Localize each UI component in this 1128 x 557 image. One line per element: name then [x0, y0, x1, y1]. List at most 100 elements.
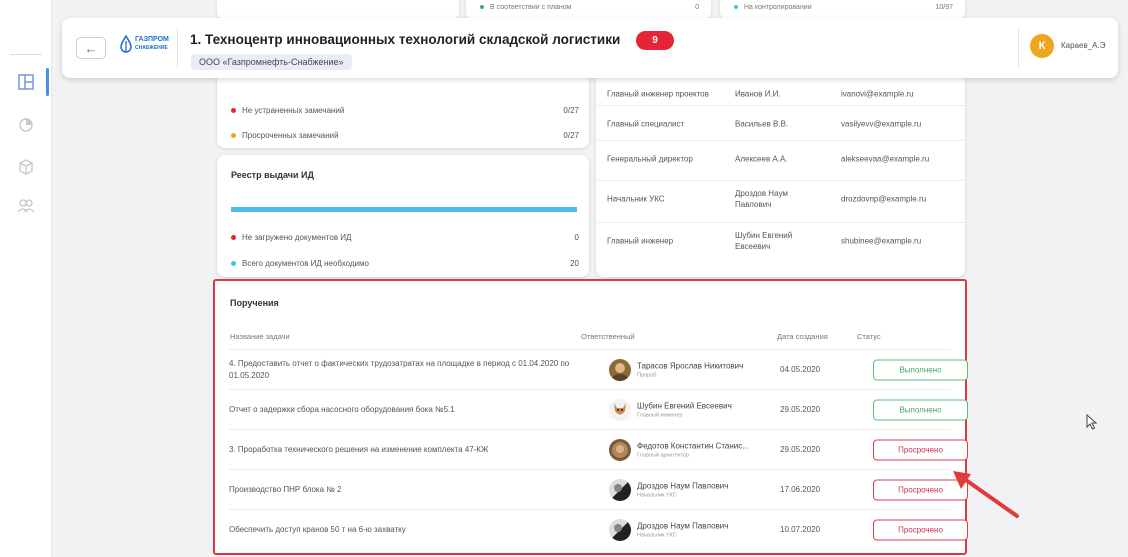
- registry-value: 0: [574, 233, 579, 242]
- orange-dot: [231, 133, 236, 139]
- tasks-card: Поручения Название задачи Ответственный …: [213, 279, 968, 555]
- person-role: Главный архитектор: [637, 452, 689, 458]
- contact-name: Иванов И.И.: [735, 89, 781, 98]
- flame-icon: [120, 35, 132, 53]
- registry-row: Не загружено документов ИД 0: [231, 233, 579, 242]
- task-date: 17.06.2020: [780, 484, 821, 494]
- divider: [177, 28, 178, 68]
- contact-role: Главный инженер: [607, 236, 674, 246]
- contact-name: Васильев В.В.: [735, 119, 789, 129]
- divider: [1018, 28, 1019, 68]
- person-role: Главный инженер: [637, 412, 683, 418]
- task-name[interactable]: Обеспечить доступ кранов 50 т на 6-ю зах…: [229, 524, 574, 536]
- red-dot: [231, 108, 236, 114]
- contact-row: Главный специалист Васильев В.В. vasilye…: [596, 105, 965, 142]
- contact-email[interactable]: vasilyevv@example.ru: [841, 119, 956, 130]
- task-date: 04.05.2020: [780, 364, 821, 374]
- logo-subtext: СНАБЖЕНИЕ: [135, 45, 168, 51]
- person-role: Начальник УКС: [637, 492, 677, 498]
- registry-progress-fill: [231, 207, 577, 212]
- avatar: [609, 398, 631, 421]
- remark-row: Не устраненных замечаний 0/27: [231, 106, 579, 115]
- registry-row: Всего документов ИД необходимо 20: [231, 259, 579, 268]
- contact-email[interactable]: drozdovnp@example.ru: [841, 194, 951, 205]
- cube-icon[interactable]: [16, 157, 36, 177]
- remark-row: Просроченных замечаний 0/27: [231, 131, 579, 140]
- person-name: Шубин Евгений Евсеевич: [637, 401, 732, 410]
- cursor-icon: [1086, 414, 1098, 430]
- chart-icon[interactable]: [16, 115, 36, 135]
- back-button[interactable]: ←: [76, 37, 106, 59]
- contact-name: Шубин Евгений Евсеевич: [735, 231, 793, 251]
- dashboard-icon[interactable]: [16, 72, 36, 92]
- avatar: [609, 438, 631, 461]
- registry-card: Реестр выдачи ИД Не загружено документов…: [217, 155, 589, 277]
- table-row[interactable]: 4. Предоставить отчет о фактических труд…: [229, 349, 968, 389]
- red-dot: [231, 235, 236, 241]
- col-header-date: Дата создания: [777, 332, 828, 341]
- table-row[interactable]: Обеспечить доступ кранов 50 т на 6-ю зах…: [229, 509, 968, 549]
- user-avatar[interactable]: К: [1030, 34, 1054, 58]
- avatar: [609, 358, 631, 381]
- logo-text: ГАЗПРОМ: [135, 36, 169, 43]
- task-name[interactable]: 4. Предоставить отчет о фактических труд…: [229, 358, 574, 382]
- remark-value: 0/27: [563, 131, 579, 140]
- contact-role: Главный специалист: [607, 119, 685, 129]
- blue-dot: [231, 261, 236, 267]
- contact-role: Генеральный директор: [607, 154, 693, 164]
- arrow-left-icon: ←: [84, 40, 98, 56]
- users-icon[interactable]: [16, 196, 36, 216]
- col-header-name: Название задачи: [230, 332, 290, 341]
- person-role: Начальник УКС: [637, 532, 677, 538]
- task-date: 10.07.2020: [780, 524, 821, 534]
- contact-email[interactable]: ivanovi@example.ru: [841, 88, 956, 99]
- status-badge[interactable]: Выполнено: [873, 399, 968, 420]
- registry-label: Всего документов ИД необходимо: [242, 259, 369, 268]
- contact-name: Дроздов Наум Павлович: [735, 189, 788, 209]
- notification-badge[interactable]: 9: [636, 31, 674, 50]
- registry-value: 20: [570, 259, 579, 268]
- person-name: Дроздов Наум Павлович: [637, 481, 729, 490]
- contact-role: Начальник УКС: [607, 194, 665, 204]
- annotation-arrow-icon: [953, 471, 1019, 518]
- contact-role: Главный инженер проектов: [607, 89, 709, 98]
- status-badge[interactable]: Просрочено: [873, 439, 968, 460]
- status-label: На контролировании: [744, 4, 812, 11]
- remark-value: 0/27: [563, 106, 579, 115]
- contact-row: Начальник УКС Дроздов Наум Павлович droz…: [596, 180, 965, 217]
- status-badge[interactable]: Выполнено: [873, 359, 968, 380]
- org-chip[interactable]: ООО «Газпромнефть-Снабжение»: [191, 54, 352, 70]
- table-row[interactable]: 3. Проработка технического решения на из…: [229, 429, 968, 469]
- user-name[interactable]: Караев_А.Э: [1061, 41, 1105, 50]
- contact-row: Генеральный директор Алексеев А.А. aleks…: [596, 140, 965, 177]
- status-card-right: На контролировании 10/97: [720, 0, 965, 20]
- table-row[interactable]: Производство ПНР блока № 2 Дроздов Наум …: [229, 469, 968, 509]
- contact-email[interactable]: shubinee@example.ru: [841, 236, 956, 247]
- task-name[interactable]: Производство ПНР блока № 2: [229, 484, 574, 496]
- task-date: 29.05.2020: [780, 404, 821, 414]
- remark-label: Просроченных замечаний: [242, 131, 339, 140]
- person-name: Дроздов Наум Павлович: [637, 521, 729, 530]
- status-value: 10/97: [935, 4, 953, 11]
- status-dot: [480, 5, 484, 10]
- col-header-status: Статус: [857, 332, 881, 341]
- registry-progress-track: [231, 207, 577, 212]
- sidebar: [0, 0, 52, 557]
- table-row[interactable]: Отчет о задержки сбора насосного оборудо…: [229, 389, 968, 429]
- registry-title: Реестр выдачи ИД: [231, 170, 314, 180]
- contact-email[interactable]: alekseevaa@example.ru: [841, 154, 951, 165]
- task-name[interactable]: Отчет о задержки сбора насосного оборудо…: [229, 404, 574, 416]
- avatar: [609, 478, 631, 501]
- remark-label: Не устраненных замечаний: [242, 106, 345, 115]
- status-dot: [734, 5, 738, 10]
- avatar: [609, 518, 631, 541]
- status-value: 0: [695, 4, 699, 11]
- person-name: Федотов Константин Станис...: [637, 441, 749, 450]
- page-title: 1. Техноцентр инновационных технологий с…: [190, 32, 621, 47]
- sidebar-divider: [10, 54, 42, 55]
- sidebar-active-indicator: [46, 68, 49, 96]
- registry-label: Не загружено документов ИД: [242, 233, 352, 242]
- person-role: Прораб: [637, 372, 657, 378]
- task-name[interactable]: 3. Проработка технического решения на из…: [229, 444, 574, 456]
- contact-row: Главный инженер Шубин Евгений Евсеевич s…: [596, 222, 965, 259]
